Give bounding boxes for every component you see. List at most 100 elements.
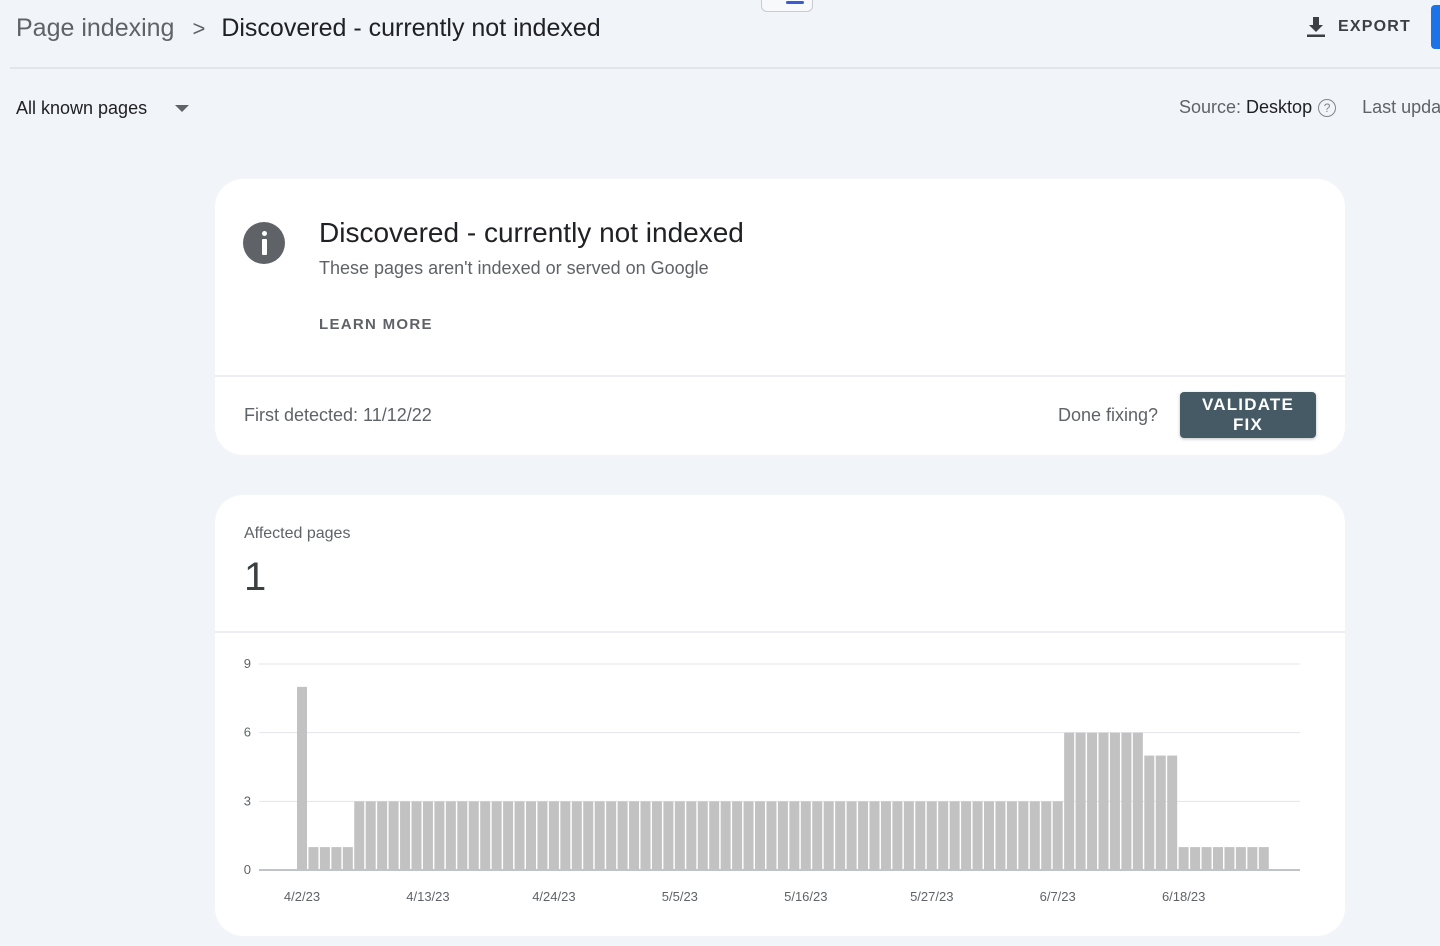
chart-bar[interactable]	[548, 801, 559, 870]
chart-bar[interactable]	[903, 801, 914, 870]
chart-bar[interactable]	[434, 801, 445, 870]
chart-bar[interactable]	[949, 801, 960, 870]
chart-bar[interactable]	[388, 801, 399, 870]
validate-fix-button[interactable]: VALIDATE FIX	[1180, 392, 1316, 438]
chart-bar[interactable]	[571, 801, 582, 870]
chart-bar[interactable]	[755, 801, 765, 870]
chart-bar[interactable]	[1052, 801, 1063, 870]
chart-bar[interactable]	[1167, 755, 1178, 870]
caret-down-icon	[175, 105, 190, 112]
chart-bar[interactable]	[297, 686, 307, 870]
chart-bar[interactable]	[594, 801, 605, 870]
chart-bar[interactable]	[354, 801, 365, 870]
y-tick-label: 0	[244, 862, 251, 877]
primary-action-button-edge[interactable]	[1431, 5, 1440, 49]
chart-bar[interactable]	[468, 801, 479, 870]
chart-bar[interactable]	[720, 801, 731, 870]
breadcrumb-page-indexing[interactable]: Page indexing	[16, 14, 174, 43]
chart-bar[interactable]	[777, 801, 788, 870]
chart-bar[interactable]	[331, 847, 342, 870]
chart-bar[interactable]	[617, 801, 628, 870]
chart-bar[interactable]	[1144, 755, 1155, 870]
chart-bar[interactable]	[1235, 847, 1246, 870]
learn-more-link[interactable]: LEARN MORE	[319, 316, 433, 333]
chart-bar[interactable]	[880, 801, 891, 870]
chart-bar[interactable]	[1018, 801, 1029, 870]
chart-bar[interactable]	[1247, 847, 1258, 870]
chart-bar[interactable]	[1190, 847, 1201, 870]
chart-bar[interactable]	[491, 801, 502, 870]
chart-bar[interactable]	[480, 801, 491, 870]
chart-bar[interactable]	[1029, 801, 1040, 870]
x-tick-label: 6/7/23	[1040, 889, 1076, 904]
chart-bar[interactable]	[663, 801, 674, 870]
chart-bar[interactable]	[411, 801, 422, 870]
chart-bar[interactable]	[823, 801, 834, 870]
chart-bar[interactable]	[503, 801, 514, 870]
chart-bar[interactable]	[1132, 732, 1143, 870]
chart-bar[interactable]	[537, 801, 548, 870]
chart-bar[interactable]	[640, 801, 651, 870]
chart-bar[interactable]	[732, 801, 743, 870]
chart-bar[interactable]	[995, 801, 1006, 870]
chart-bar[interactable]	[400, 801, 411, 870]
export-button[interactable]: EXPORT	[1306, 16, 1411, 38]
chart-bar[interactable]	[1201, 847, 1212, 870]
chart-bar[interactable]	[858, 801, 869, 870]
chart-bar[interactable]	[1006, 801, 1017, 870]
chart-bar[interactable]	[342, 847, 353, 870]
chart-bar[interactable]	[606, 801, 617, 870]
chart-bar[interactable]	[686, 801, 697, 870]
chart-bar[interactable]	[789, 801, 800, 870]
chart-bar[interactable]	[319, 847, 330, 870]
chart-bar[interactable]	[846, 801, 857, 870]
chart-bar[interactable]	[926, 801, 937, 870]
chart-bar[interactable]	[583, 801, 594, 870]
chart-bar[interactable]	[629, 801, 640, 870]
done-fixing-text: Done fixing?	[1058, 405, 1159, 425]
chart-bar[interactable]	[1258, 847, 1269, 870]
chart-bar[interactable]	[1121, 732, 1132, 870]
chart-bar[interactable]	[377, 801, 388, 870]
chart-bar[interactable]	[835, 801, 846, 870]
chart-bar[interactable]	[1213, 847, 1223, 870]
chart-bar[interactable]	[674, 801, 685, 870]
chart-bar[interactable]	[1075, 732, 1086, 870]
chart-bar[interactable]	[526, 801, 536, 870]
chart-bar[interactable]	[972, 801, 983, 870]
chart-bar[interactable]	[1064, 732, 1075, 870]
chart-bar[interactable]	[697, 801, 708, 870]
chart-bar[interactable]	[1098, 732, 1109, 870]
help-icon[interactable]: ?	[1318, 98, 1337, 117]
chart-bar[interactable]	[514, 801, 525, 870]
chart-bar[interactable]	[984, 801, 994, 870]
affected-pages-chart: 0 3 6 9 4/2/23 4/13/23 4/24/23 5/5/23 5/16/23 5/2…	[244, 656, 1300, 904]
chart-bar[interactable]	[365, 801, 376, 870]
chart-bar[interactable]	[445, 801, 456, 870]
window-tab-handle[interactable]	[761, 0, 813, 12]
page-scope-dropdown[interactable]: All known pages	[16, 98, 190, 119]
chart-bar[interactable]	[1224, 847, 1235, 870]
chart-bar[interactable]	[1087, 732, 1098, 870]
chart-bar[interactable]	[938, 801, 949, 870]
chart-bar[interactable]	[709, 801, 720, 870]
chart-bar[interactable]	[1178, 847, 1189, 870]
chart-bar[interactable]	[1109, 732, 1120, 870]
chart-bar[interactable]	[892, 801, 903, 870]
chart-bar[interactable]	[651, 801, 662, 870]
chart-bar[interactable]	[457, 801, 468, 870]
chart-bar[interactable]	[743, 801, 754, 870]
chart-bar[interactable]	[1041, 801, 1052, 870]
chart-bar[interactable]	[800, 801, 811, 870]
chart-bar[interactable]	[869, 801, 880, 870]
chart-bar[interactable]	[560, 801, 571, 870]
chart-bar[interactable]	[915, 801, 926, 870]
issue-title: Discovered - currently not indexed	[319, 217, 744, 248]
chart-bar[interactable]	[422, 801, 433, 870]
chart-bar[interactable]	[1155, 755, 1166, 870]
chart-bar[interactable]	[308, 847, 319, 870]
chart-bar[interactable]	[812, 801, 823, 870]
chart-bar[interactable]	[766, 801, 777, 870]
affected-pages-card: Affected pages 1 0 3 6 9 4/2/23 4/13/23 4/24/2…	[215, 495, 1345, 936]
chart-bar[interactable]	[961, 801, 972, 870]
